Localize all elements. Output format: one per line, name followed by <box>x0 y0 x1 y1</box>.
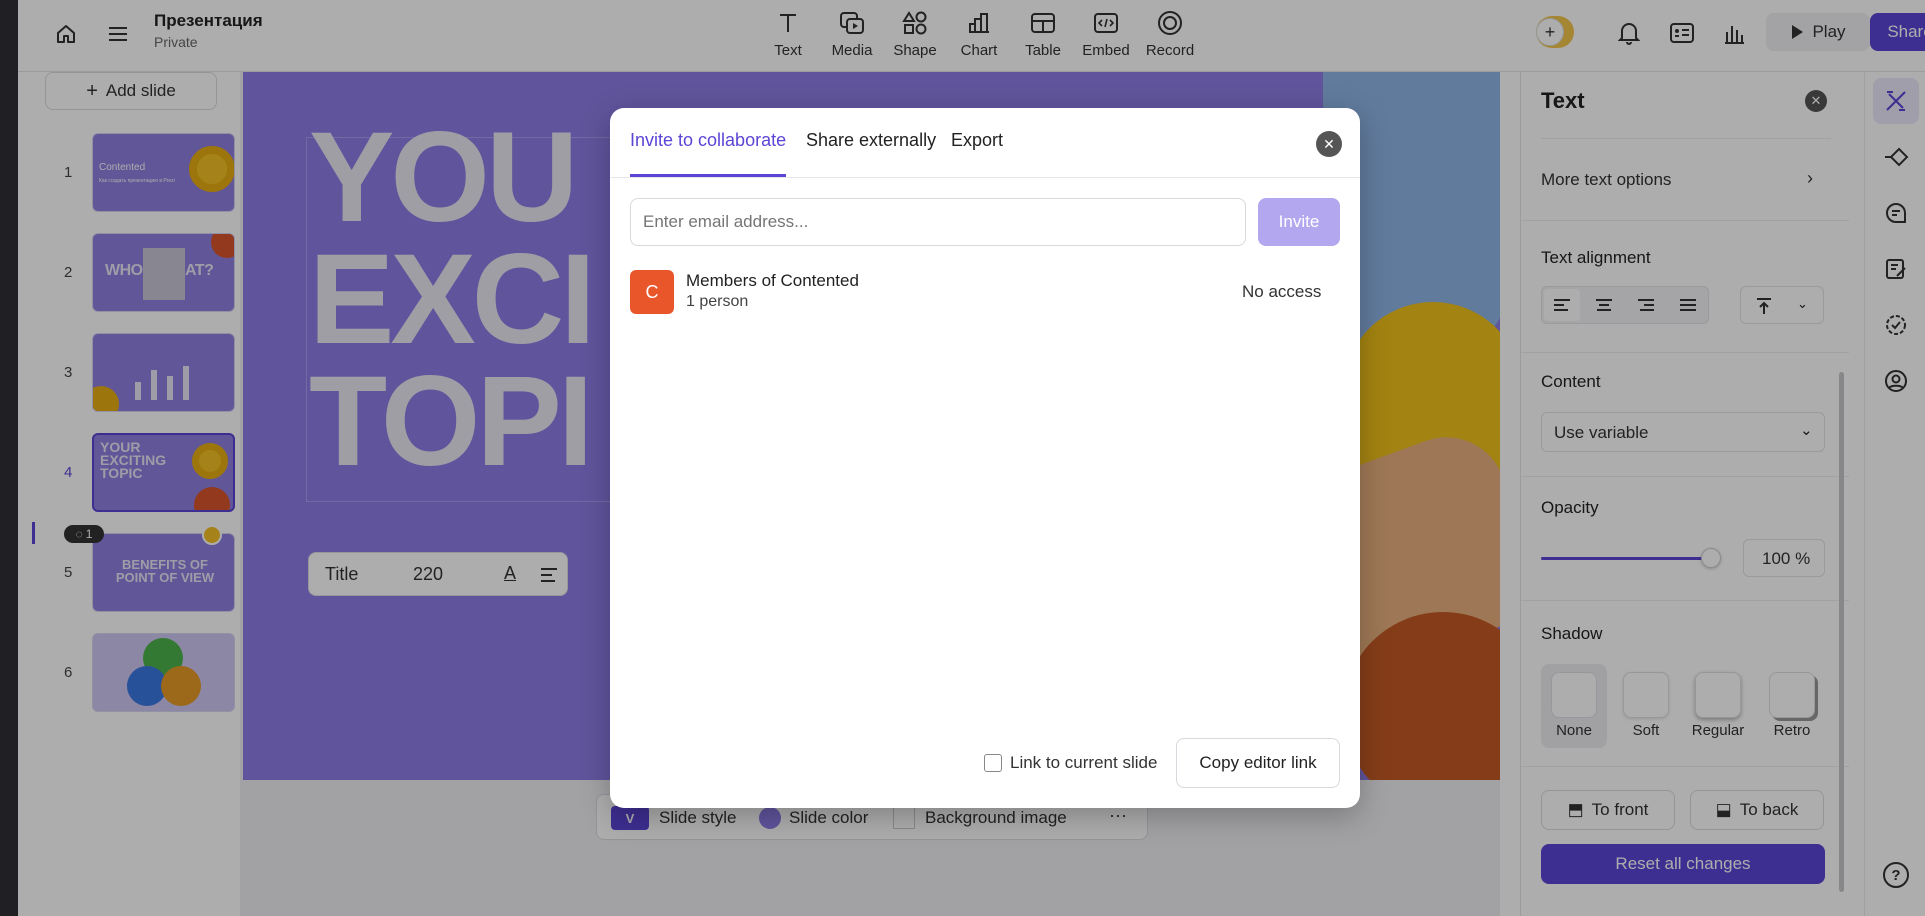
link-checkbox-label: Link to current slide <box>1010 753 1158 772</box>
link-checkbox[interactable] <box>984 754 1002 772</box>
tab-export[interactable]: Export <box>951 130 1003 151</box>
divider <box>610 177 1360 178</box>
access-level-select[interactable]: No access <box>1242 282 1321 302</box>
invite-button[interactable]: Invite <box>1258 198 1340 246</box>
copy-link-label: Copy editor link <box>1199 753 1317 772</box>
window-edge <box>0 0 18 916</box>
tab-share-externally[interactable]: Share externally <box>806 130 936 151</box>
email-input[interactable] <box>630 198 1246 246</box>
copy-editor-link-button[interactable]: Copy editor link <box>1176 738 1340 788</box>
tab-invite-to-collaborate[interactable]: Invite to collaborate <box>630 130 786 151</box>
team-avatar: C <box>630 270 674 314</box>
member-count: 1 person <box>686 293 749 310</box>
invite-label: Invite <box>1278 212 1320 231</box>
close-dialog-icon[interactable]: ✕ <box>1316 131 1342 157</box>
share-dialog: Invite to collaborate Share externally E… <box>610 108 1360 808</box>
member-name: Members of Contented <box>686 271 859 290</box>
